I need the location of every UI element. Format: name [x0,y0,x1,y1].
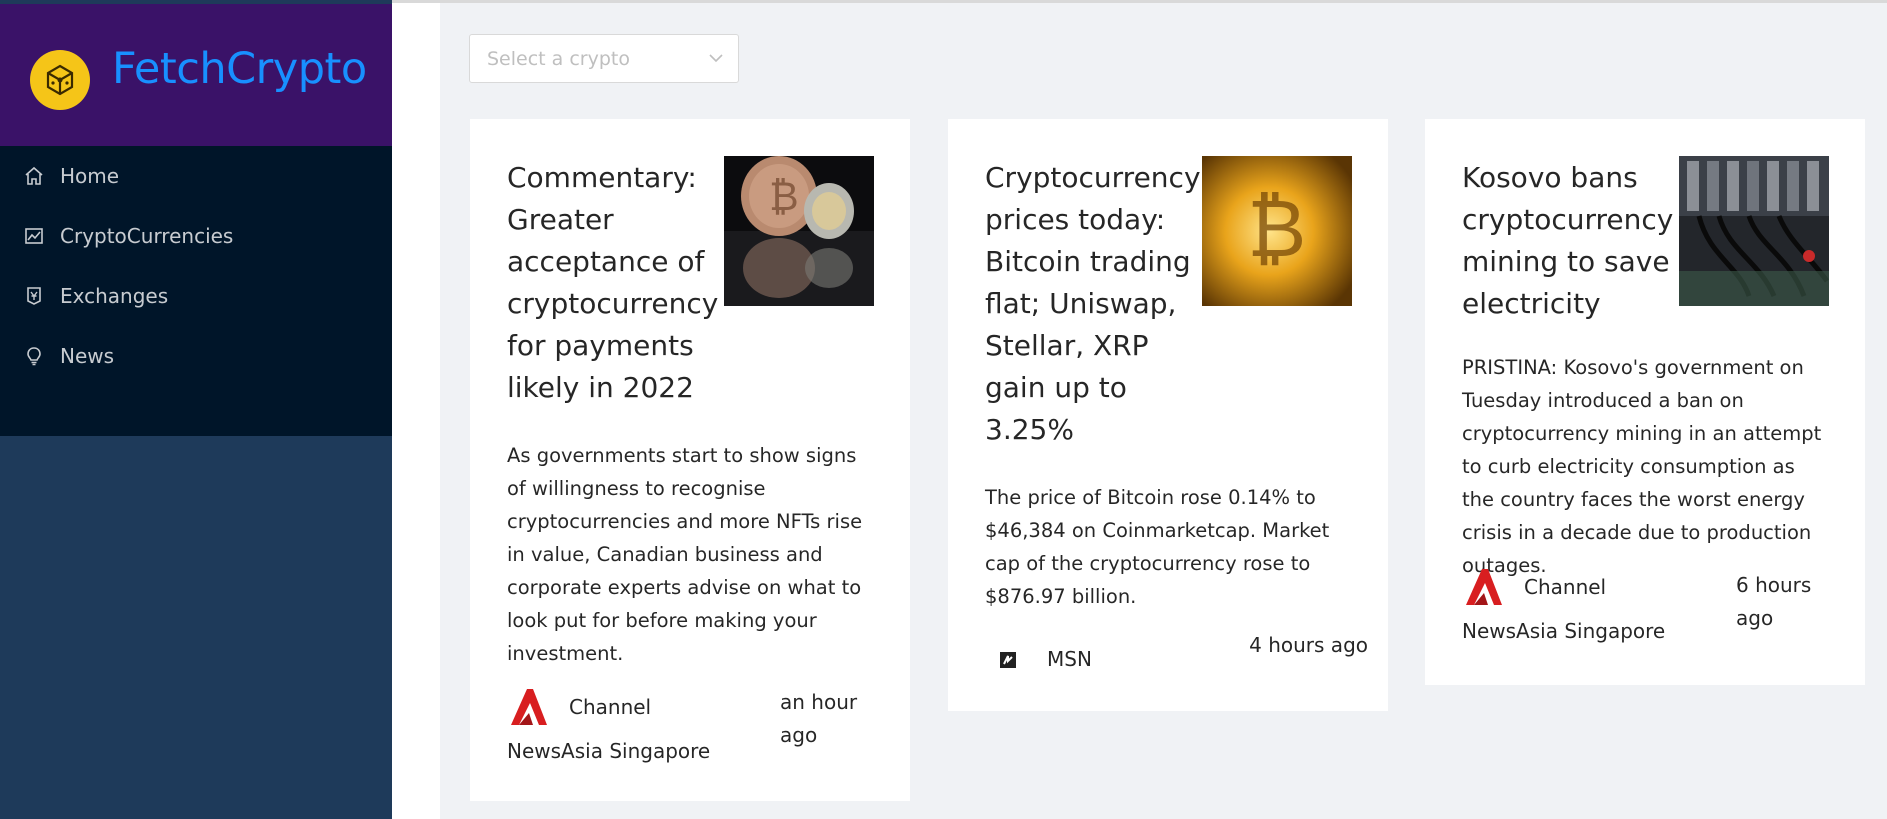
sidebar-item-cryptocurrencies[interactable]: CryptoCurrencies [0,206,392,266]
logo-bar: FetchCrypto [0,4,392,146]
home-icon [22,164,46,188]
news-card[interactable]: Kosovo bans cryptocurrency mining to sav… [1425,119,1865,685]
sidebar-item-home[interactable]: Home [0,146,392,206]
chevron-down-icon [708,50,724,66]
news-time: 4 hours ago [1249,633,1368,657]
news-card[interactable]: Commentary: Greater acceptance of crypto… [470,119,910,801]
svg-text:₿: ₿ [1247,182,1306,275]
news-provider: Channel NewsAsia Singapore [507,695,711,763]
msn-logo [985,637,1029,685]
news-title[interactable]: Cryptocurrency prices today: Bitcoin tra… [985,157,1205,451]
top-border [392,0,1887,3]
news-time: 6 hours ago [1736,573,1812,630]
news-image: ₿ [1202,156,1352,306]
sidebar-item-label: Home [60,164,120,188]
news-description: As governments start to show signs of wi… [507,444,863,665]
sidebar-item-exchanges[interactable]: Exchanges [0,266,392,326]
sidebar: FetchCrypto Home CryptoCurrencies Exchan… [0,0,392,819]
news-time: an hour ago [780,690,858,747]
sidebar-item-label: Exchanges [60,284,169,308]
news-provider: Channel NewsAsia Singapore [1462,575,1666,643]
news-description: PRISTINA: Kosovo's government on Tuesday… [1462,356,1822,577]
app-title[interactable]: FetchCrypto [112,44,367,94]
sidebar-menu: Home CryptoCurrencies Exchanges News [0,146,392,436]
sidebar-item-label: News [60,344,115,368]
content-gutter [392,0,440,819]
crypto-select[interactable]: Select a crypto [469,34,739,83]
logo-icon[interactable] [30,50,90,110]
news-title[interactable]: Commentary: Greater acceptance of crypto… [507,157,727,409]
bulb-icon [22,344,46,368]
news-description: The price of Bitcoin rose 0.14% to $46,3… [985,486,1330,608]
svg-text:₿: ₿ [769,174,799,220]
money-collect-icon [22,284,46,308]
news-image [1679,156,1829,306]
sidebar-item-news[interactable]: News [0,326,392,386]
sidebar-item-label: CryptoCurrencies [60,224,234,248]
crypto-select-placeholder: Select a crypto [487,48,630,70]
news-image: ₿ [724,156,874,306]
fund-icon [22,224,46,248]
news-provider: MSN [1047,647,1092,671]
news-card[interactable]: Cryptocurrency prices today: Bitcoin tra… [948,119,1388,711]
news-title[interactable]: Kosovo bans cryptocurrency mining to sav… [1462,157,1682,325]
